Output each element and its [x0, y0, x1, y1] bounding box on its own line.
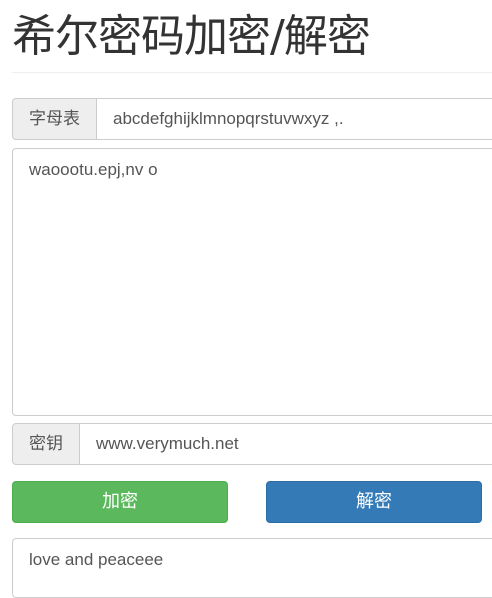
decrypt-button[interactable]: 解密	[266, 481, 482, 523]
key-input[interactable]: www.verymuch.net	[80, 423, 492, 465]
output-textarea[interactable]: love and peaceee	[12, 538, 492, 598]
input-textarea[interactable]: waoootu.epj,nv o	[12, 148, 492, 416]
title-divider	[12, 72, 492, 73]
alphabet-input[interactable]: abcdefghijklmnopqrstuvwxyz ,.	[97, 98, 492, 140]
alphabet-input-group: 字母表 abcdefghijklmnopqrstuvwxyz ,.	[12, 98, 492, 140]
key-label: 密钥	[12, 423, 80, 465]
alphabet-label: 字母表	[12, 98, 97, 140]
encrypt-button[interactable]: 加密	[12, 481, 228, 523]
page-title: 希尔密码加密/解密	[12, 11, 371, 62]
key-input-group: 密钥 www.verymuch.net	[12, 423, 492, 465]
